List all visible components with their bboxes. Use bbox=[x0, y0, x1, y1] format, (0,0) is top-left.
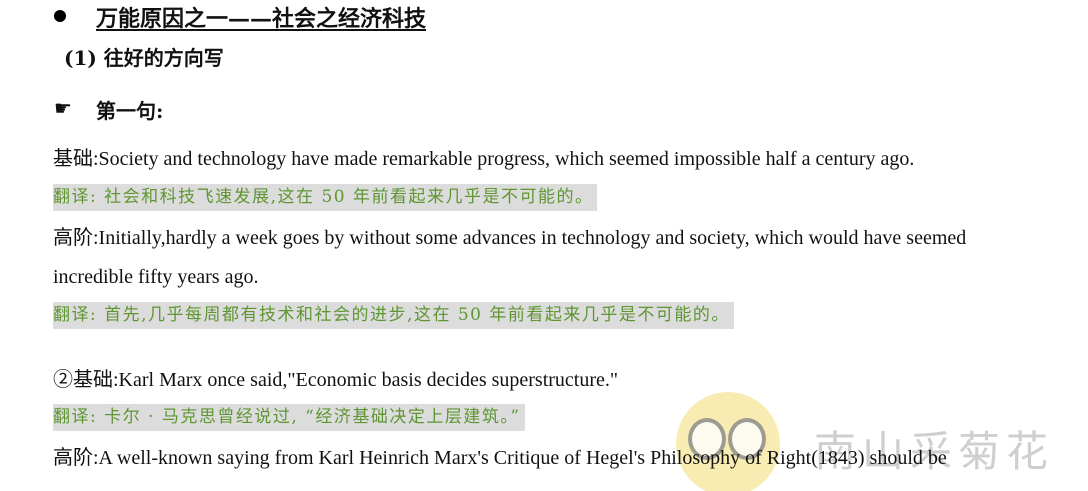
translation-2: 翻译: 首先,几乎每周都有技术和社会的进步,这在 50 年前看起来几乎是不可能的… bbox=[53, 302, 734, 329]
advanced-sentence-2: 高阶:A well-known saying from Karl Heinric… bbox=[53, 447, 947, 469]
advanced-sentence-1-text: 高阶:Initially,hardly a week goes by witho… bbox=[53, 227, 967, 249]
basic-sentence-2: ②基础:Karl Marx once said,"Economic basis … bbox=[53, 369, 619, 391]
basic-sentence-1: 基础:Society and technology have made rema… bbox=[53, 148, 915, 170]
watermark: 南山采菊花 bbox=[676, 392, 1086, 491]
sentence-label: 第一句: bbox=[96, 99, 164, 123]
pointing-hand-icon: ☛ bbox=[54, 96, 72, 120]
section-heading: 万能原因之一——社会之经济科技 bbox=[96, 6, 427, 32]
translation-3: 翻译: 卡尔 · 马克思曾经说过, “经济基础决定上层建筑。” bbox=[53, 404, 525, 431]
advanced-sentence-1-line1: 高阶:Initially,hardly a week goes by witho… bbox=[53, 226, 1067, 250]
bullet-dot bbox=[54, 10, 66, 22]
advanced-sentence-1-line2: incredible fifty years ago. bbox=[53, 266, 259, 288]
subheading: (1) 往好的方向写 bbox=[64, 46, 224, 70]
translation-1: 翻译: 社会和科技飞速发展,这在 50 年前看起来几乎是不可能的。 bbox=[53, 184, 598, 211]
